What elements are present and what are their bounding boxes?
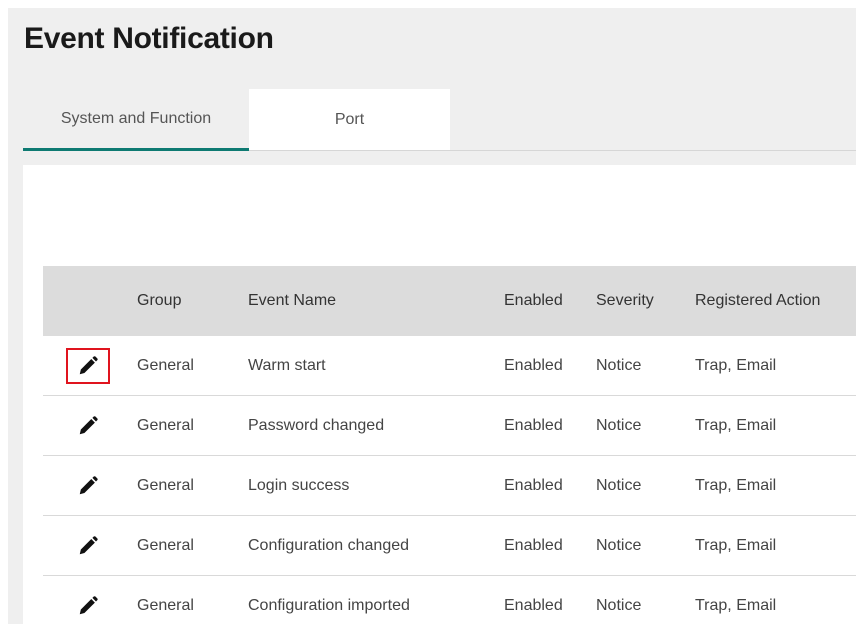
group-cell: General [137, 596, 194, 614]
group-cell: General [137, 476, 194, 494]
edit-cell [43, 468, 121, 504]
pencil-icon [79, 595, 98, 614]
edit-button[interactable] [66, 347, 110, 384]
event-name-cell: Configuration changed [248, 536, 410, 554]
table-row: General Configuration imported Enabled Noti… [43, 576, 856, 624]
table-row: General Password changed Enabled Notice Trap… [43, 396, 856, 456]
table-row: General Configuration changed Enabled Notic… [43, 516, 856, 576]
header-event-name: Event Name [248, 292, 337, 309]
edit-cell [43, 588, 121, 624]
tab-port[interactable]: Port [249, 89, 450, 150]
table-body: General Warm start Enabled Notice Trap, Emai… [43, 336, 856, 624]
enabled-cell: Enabled [504, 596, 563, 614]
enabled-cell: Enabled [504, 476, 563, 494]
event-name-cell: Configuration imported [248, 596, 410, 614]
registered-action-cell: Trap, Email [695, 416, 777, 434]
event-name-cell: Password changed [248, 416, 385, 434]
edit-button[interactable] [66, 588, 110, 624]
enabled-cell: Enabled [504, 356, 563, 374]
event-table: Group Event Name Enabled Severity Regist… [43, 266, 856, 624]
content-card: Group Event Name Enabled Severity Regist… [23, 165, 856, 624]
header-severity: Severity [596, 292, 654, 309]
registered-action-cell: Trap, Email [695, 596, 777, 614]
pencil-icon [79, 415, 98, 434]
group-cell: General [137, 536, 194, 554]
registered-action-cell: Trap, Email [695, 536, 777, 554]
event-name-cell: Login success [248, 476, 350, 494]
edit-cell [43, 408, 121, 444]
event-name-cell: Warm start [248, 356, 326, 374]
table-row: General Warm start Enabled Notice Trap, Emai… [43, 336, 856, 396]
header-registered-action: Registered Action [695, 292, 821, 309]
tab-bar: System and Function Port [23, 89, 856, 151]
header-group: Group [137, 292, 182, 309]
enabled-cell: Enabled [504, 536, 563, 554]
group-cell: General [137, 416, 194, 434]
page-title: Event Notification [24, 22, 274, 55]
registered-action-cell: Trap, Email [695, 476, 777, 494]
table-row: General Login success Enabled Notice Trap, E… [43, 456, 856, 516]
pencil-icon [79, 355, 98, 374]
table-header: Group Event Name Enabled Severity Regist… [43, 266, 856, 336]
pencil-icon [79, 475, 98, 494]
severity-cell: Notice [596, 596, 642, 614]
header-enabled: Enabled [504, 292, 563, 309]
pencil-icon [79, 535, 98, 554]
severity-cell: Notice [596, 356, 642, 374]
edit-cell [43, 528, 121, 564]
tab-system-and-function[interactable]: System and Function [23, 89, 249, 151]
severity-cell: Notice [596, 476, 642, 494]
edit-button[interactable] [66, 408, 110, 444]
event-notification-page: Event Notification System and Function P… [8, 8, 856, 624]
edit-cell [43, 347, 121, 384]
severity-cell: Notice [596, 536, 642, 554]
edit-button[interactable] [66, 528, 110, 564]
registered-action-cell: Trap, Email [695, 356, 777, 374]
edit-button[interactable] [66, 468, 110, 504]
severity-cell: Notice [596, 416, 642, 434]
enabled-cell: Enabled [504, 416, 563, 434]
group-cell: General [137, 356, 194, 374]
